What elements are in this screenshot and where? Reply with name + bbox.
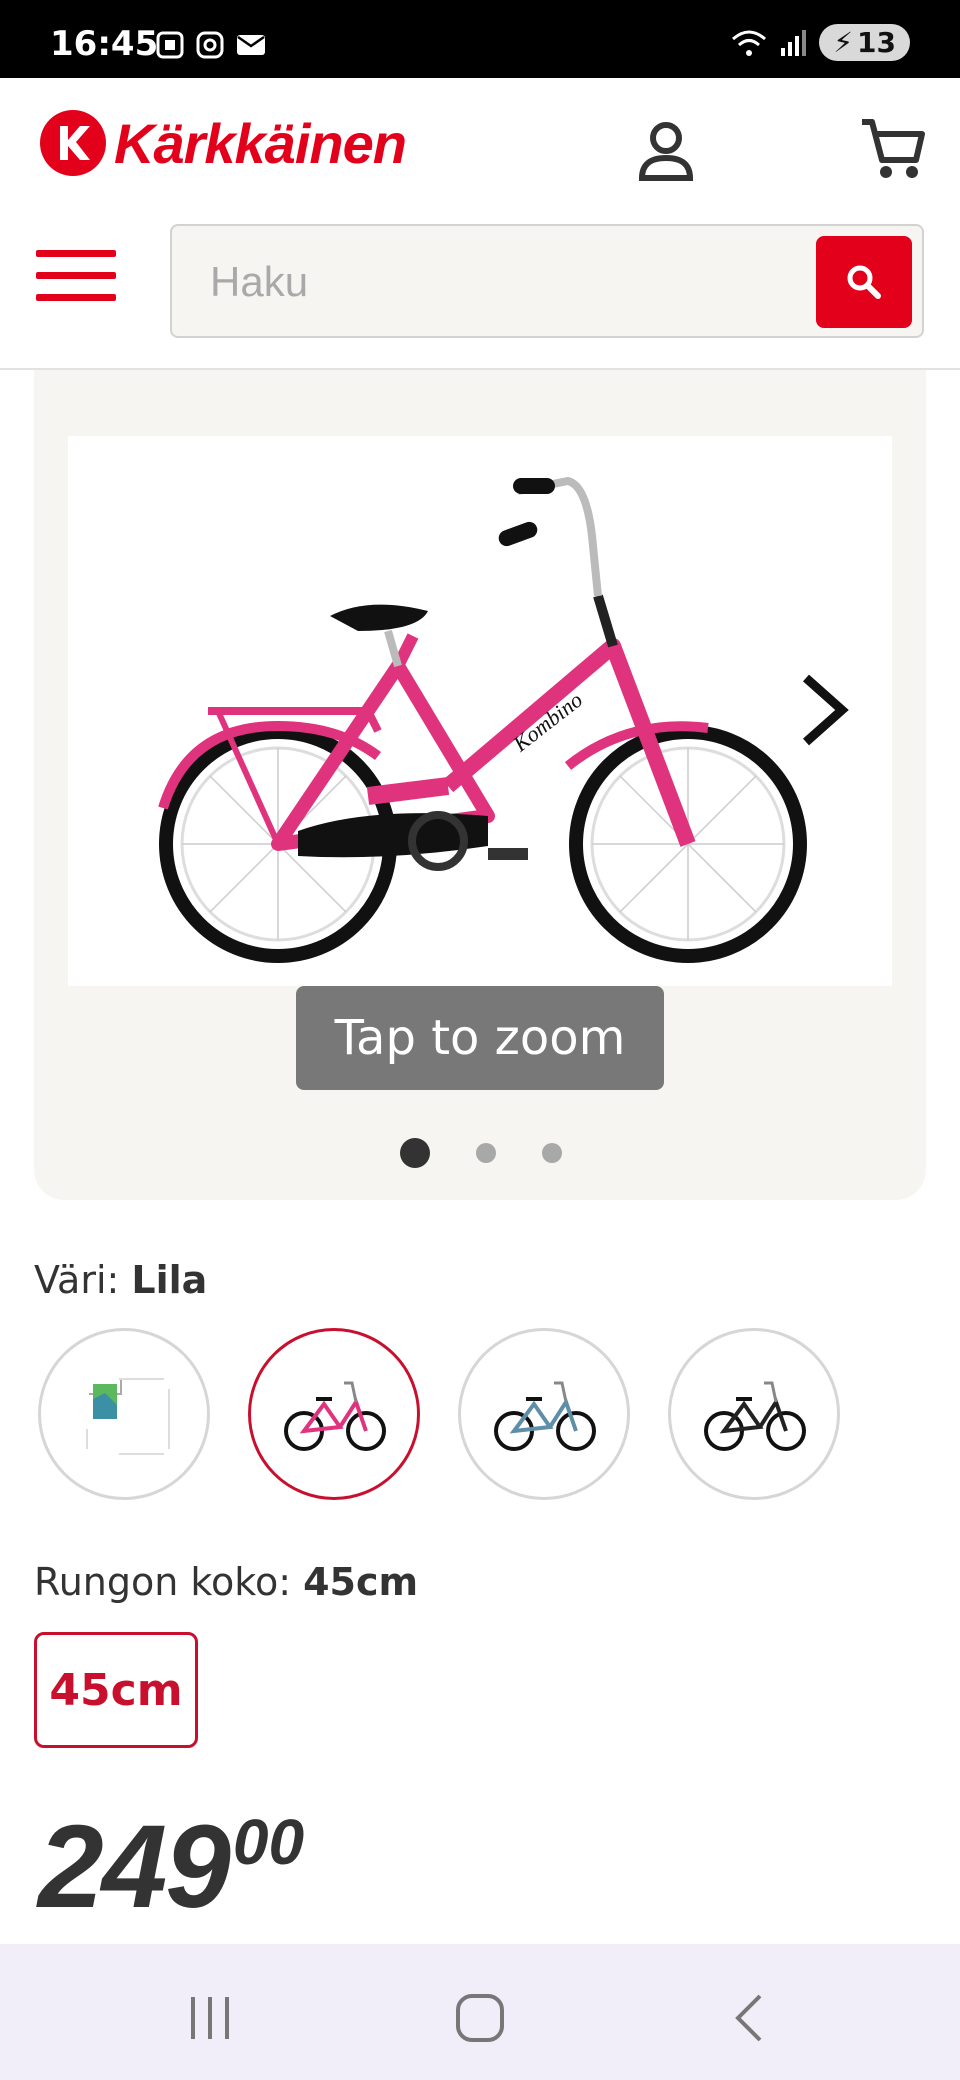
price-integer: 249 bbox=[38, 1801, 231, 1933]
battery-indicator: ⚡ 13 bbox=[819, 24, 910, 61]
status-time: 16:45 bbox=[50, 24, 159, 64]
logo-text: Kärkkäinen bbox=[114, 111, 407, 175]
pink-bike-thumbnail bbox=[284, 1381, 386, 1451]
battery-level: 13 bbox=[857, 26, 896, 59]
color-label: Väri: Lila bbox=[34, 1258, 207, 1302]
frame-size-label-text: Rungon koko: bbox=[34, 1560, 292, 1604]
search-icon bbox=[847, 265, 881, 299]
cart-button[interactable] bbox=[858, 114, 928, 184]
site-header: Kärkkäinen bbox=[0, 78, 960, 370]
price-decimals: 00 bbox=[232, 1806, 305, 1878]
color-option-blue[interactable] bbox=[458, 1328, 630, 1500]
gallery-pagination bbox=[400, 1138, 608, 1168]
menu-icon bbox=[36, 250, 116, 257]
recents-button[interactable] bbox=[170, 1978, 250, 2058]
account-button[interactable] bbox=[636, 118, 696, 188]
next-image-button[interactable] bbox=[794, 670, 854, 750]
bicycle-image: Kombino bbox=[158, 476, 807, 963]
status-bar: 16:45 ⚡ 13 bbox=[0, 0, 960, 78]
black-bike-thumbnail bbox=[704, 1381, 806, 1451]
wifi-icon bbox=[732, 30, 767, 56]
signal-icon bbox=[781, 29, 807, 56]
mail-icon bbox=[237, 35, 265, 55]
pagination-dot-1[interactable] bbox=[400, 1138, 430, 1168]
color-option-pink[interactable] bbox=[248, 1328, 420, 1500]
back-button[interactable] bbox=[710, 1978, 790, 2058]
search-button[interactable] bbox=[816, 236, 912, 328]
brand-logo[interactable]: Kärkkäinen bbox=[40, 110, 407, 176]
home-button[interactable] bbox=[440, 1978, 520, 2058]
home-icon bbox=[456, 1994, 504, 2042]
instagram-icon bbox=[196, 31, 224, 59]
frame-size-label: Rungon koko: 45cm bbox=[34, 1560, 418, 1604]
pagination-dot-3[interactable] bbox=[542, 1143, 562, 1163]
logo-k-icon bbox=[40, 110, 106, 176]
tap-to-zoom-button[interactable]: Tap to zoom bbox=[296, 986, 664, 1090]
back-icon bbox=[735, 1994, 762, 2042]
color-option-broken[interactable] bbox=[38, 1328, 210, 1500]
color-option-black[interactable] bbox=[668, 1328, 840, 1500]
pagination-dot-2[interactable] bbox=[476, 1143, 496, 1163]
product-gallery[interactable]: Kombino Tap to zoom bbox=[34, 370, 926, 1200]
blue-bike-thumbnail bbox=[494, 1381, 596, 1451]
broken-image-icon bbox=[86, 1378, 170, 1455]
charging-icon: ⚡ bbox=[833, 26, 854, 59]
search-input[interactable] bbox=[208, 256, 772, 308]
cart-icon bbox=[862, 119, 925, 178]
color-value: Lila bbox=[131, 1258, 208, 1302]
product-image[interactable]: Kombino bbox=[68, 436, 892, 986]
frame-size-value: 45cm bbox=[303, 1560, 419, 1604]
size-option-45cm[interactable]: 45cm bbox=[34, 1632, 198, 1748]
system-icons: ⚡ 13 bbox=[729, 24, 910, 61]
search-box bbox=[170, 224, 924, 338]
notification-icons bbox=[155, 30, 267, 60]
menu-button[interactable] bbox=[36, 250, 116, 320]
screenshot-icon bbox=[156, 31, 184, 59]
user-icon bbox=[638, 122, 694, 181]
color-label-text: Väri: bbox=[34, 1258, 120, 1302]
chevron-right-icon bbox=[803, 674, 849, 746]
system-nav-bar bbox=[0, 1944, 960, 2080]
product-price: 249 00 bbox=[38, 1808, 304, 1926]
recents-icon bbox=[191, 1997, 229, 2039]
